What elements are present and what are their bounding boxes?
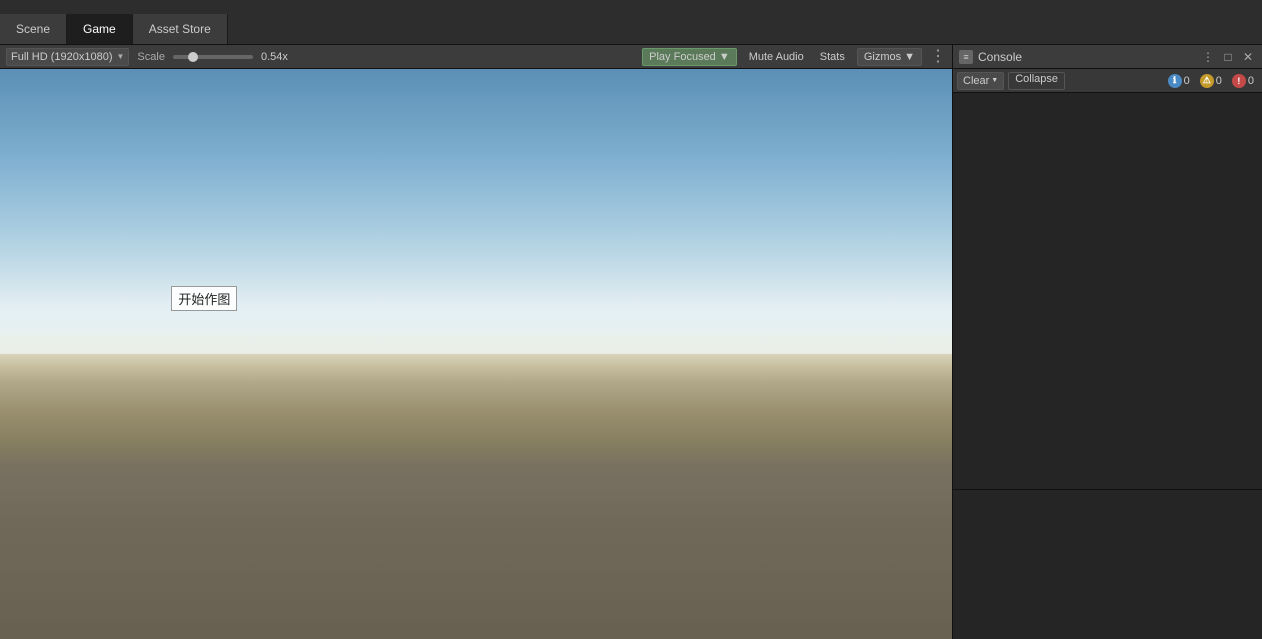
- more-options-icon[interactable]: ⋮: [930, 49, 946, 65]
- console-detail-pane: [953, 489, 1262, 639]
- warn-count: 0: [1216, 75, 1222, 87]
- clear-label: Clear: [963, 75, 989, 87]
- game-toolbar: Full HD (1920x1080) ▼ Scale 0.54x Play F…: [0, 45, 952, 69]
- error-badge[interactable]: ! 0: [1228, 72, 1258, 90]
- play-focused-label: Play Focused: [649, 51, 716, 63]
- console-header-icons: ⋮ □ ✕: [1200, 49, 1256, 65]
- horizon-haze: [0, 294, 952, 354]
- scene-background: 开始作图: [0, 69, 952, 639]
- console-more-icon[interactable]: ⋮: [1200, 49, 1216, 65]
- tab-asset-store[interactable]: Asset Store: [133, 14, 228, 44]
- main-area: Full HD (1920x1080) ▼ Scale 0.54x Play F…: [0, 45, 1262, 639]
- tab-game[interactable]: Game: [67, 14, 133, 44]
- scale-slider-thumb: [188, 52, 198, 62]
- info-badge[interactable]: ℹ 0: [1164, 72, 1194, 90]
- console-title: Console: [978, 50, 1200, 64]
- mute-audio-button[interactable]: Mute Audio: [745, 48, 808, 66]
- clear-button[interactable]: Clear ▼: [957, 72, 1004, 90]
- info-icon: ℹ: [1168, 74, 1182, 88]
- warn-badge[interactable]: ⚠ 0: [1196, 72, 1226, 90]
- game-panel: Full HD (1920x1080) ▼ Scale 0.54x Play F…: [0, 45, 952, 639]
- info-count: 0: [1184, 75, 1190, 87]
- tab-scene[interactable]: Scene: [0, 14, 67, 44]
- clear-arrow-icon: ▼: [991, 77, 998, 84]
- scale-slider-container: [173, 55, 253, 59]
- scale-value: 0.54x: [261, 51, 288, 63]
- resolution-arrow-icon: ▼: [117, 52, 125, 61]
- stats-label: Stats: [820, 51, 845, 63]
- console-toolbar: Clear ▼ Collapse ℹ 0 ⚠ 0 ! 0: [953, 69, 1262, 93]
- collapse-button[interactable]: Collapse: [1008, 72, 1065, 90]
- collapse-label: Collapse: [1015, 73, 1058, 85]
- game-viewport: 开始作图: [0, 69, 952, 639]
- warn-icon: ⚠: [1200, 74, 1214, 88]
- top-tabs-bar: Scene Game Asset Store: [0, 0, 1262, 45]
- console-body[interactable]: [953, 93, 1262, 489]
- console-panel: ≡ Console ⋮ □ ✕ Clear ▼ Collapse ℹ 0: [952, 45, 1262, 639]
- scale-label: Scale: [137, 51, 165, 63]
- scene-label: 开始作图: [171, 286, 237, 311]
- gizmos-label: Gizmos: [864, 51, 901, 63]
- error-icon: !: [1232, 74, 1246, 88]
- console-icon: ≡: [959, 50, 973, 64]
- mute-audio-label: Mute Audio: [749, 51, 804, 63]
- console-header: ≡ Console ⋮ □ ✕: [953, 45, 1262, 69]
- resolution-dropdown[interactable]: Full HD (1920x1080) ▼: [6, 48, 129, 66]
- console-expand-icon[interactable]: □: [1220, 49, 1236, 65]
- play-focused-arrow-icon: ▼: [719, 51, 730, 63]
- error-count: 0: [1248, 75, 1254, 87]
- gizmos-arrow-icon: ▼: [904, 51, 915, 63]
- count-badges: ℹ 0 ⚠ 0 ! 0: [1164, 72, 1258, 90]
- console-close-icon[interactable]: ✕: [1240, 49, 1256, 65]
- gizmos-button[interactable]: Gizmos ▼: [857, 48, 922, 66]
- scale-slider[interactable]: [173, 55, 253, 59]
- resolution-label: Full HD (1920x1080): [11, 51, 113, 63]
- stats-button[interactable]: Stats: [816, 48, 849, 66]
- play-focused-button[interactable]: Play Focused ▼: [642, 48, 737, 66]
